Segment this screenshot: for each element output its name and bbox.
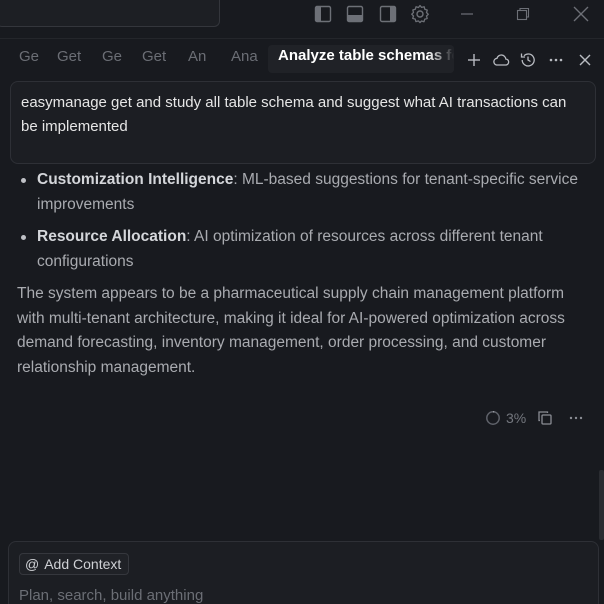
tab-chat-2[interactable]: Get	[57, 48, 81, 72]
tab-chat-3[interactable]: Ge	[102, 48, 122, 72]
cloud-icon[interactable]	[491, 50, 511, 70]
user-message[interactable]: easymanage get and study all table schem…	[10, 81, 596, 164]
tab-chat-6[interactable]: Ana	[231, 48, 258, 72]
tab-chat-active[interactable]: Analyze table schemas fo	[268, 45, 454, 73]
toggle-bottom-panel-icon[interactable]	[344, 3, 366, 25]
list-item: Customization Intelligence: ML-based sug…	[17, 168, 592, 217]
minimize-icon[interactable]	[456, 3, 478, 25]
context-usage-percent: 3%	[506, 410, 527, 426]
more-icon[interactable]	[546, 50, 566, 70]
command-center-search[interactable]	[0, 0, 220, 27]
restore-icon[interactable]	[512, 3, 534, 25]
settings-gear-icon[interactable]	[409, 3, 431, 25]
chat-composer: @ Add Context	[8, 541, 599, 604]
copy-icon[interactable]	[537, 408, 553, 428]
toggle-left-panel-icon[interactable]	[312, 3, 334, 25]
tab-label-fade	[428, 45, 454, 73]
assistant-response: Customization Intelligence: ML-based sug…	[17, 168, 592, 380]
list-item: Resource Allocation: AI optimization of …	[17, 225, 592, 274]
message-more-icon[interactable]	[568, 408, 584, 428]
chat-tab-bar: Ge Get Ge Get An Ana Analyze table schem…	[0, 38, 604, 78]
bullet-title: Customization Intelligence	[37, 171, 234, 188]
context-usage[interactable]: 3%	[485, 408, 526, 428]
tab-chat-4[interactable]: Get	[142, 48, 166, 72]
close-window-icon[interactable]	[570, 3, 592, 25]
bullet-dot	[21, 178, 26, 183]
close-panel-icon[interactable]	[575, 50, 595, 70]
at-sign-icon: @	[25, 556, 40, 572]
new-chat-plus-icon[interactable]	[464, 50, 484, 70]
toggle-right-panel-icon[interactable]	[377, 3, 399, 25]
tab-chat-1[interactable]: Ge	[19, 48, 39, 72]
summary-paragraph: The system appears to be a pharmaceutica…	[17, 285, 565, 376]
chat-scrollbar[interactable]	[599, 470, 604, 540]
chat-input[interactable]	[19, 584, 579, 604]
add-context-button[interactable]: @ Add Context	[19, 553, 130, 575]
history-icon[interactable]	[518, 50, 538, 70]
add-context-label: Add Context	[44, 556, 122, 572]
bullet-title: Resource Allocation	[37, 228, 187, 245]
bullet-dot	[21, 235, 26, 240]
title-bar	[0, 0, 604, 32]
tab-chat-5[interactable]: An	[188, 48, 206, 72]
context-progress-icon	[486, 411, 500, 425]
